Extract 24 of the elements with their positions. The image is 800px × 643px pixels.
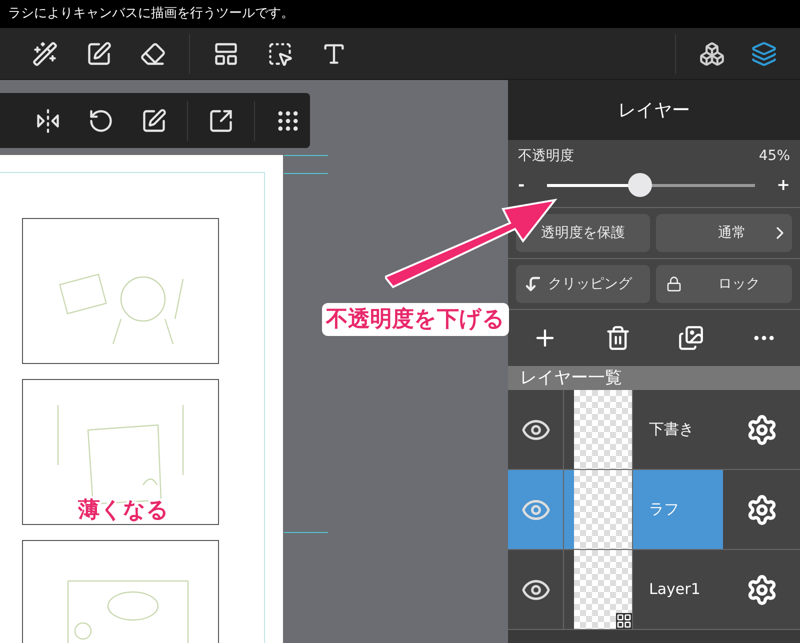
minus-label: - xyxy=(518,174,525,196)
tooltip-bar: ラシによりキャンバスに描画を行うツールです。 xyxy=(0,0,800,28)
layer-name: ラフ xyxy=(649,499,679,520)
settings-icon xyxy=(746,574,778,606)
clipping-button[interactable]: クリッピング xyxy=(516,265,650,303)
plus-label: + xyxy=(776,174,790,196)
settings-icon xyxy=(746,494,778,526)
protect-transparency-button[interactable]: 透明度を保護 xyxy=(516,214,650,252)
settings-icon xyxy=(746,414,778,446)
layer-name: Layer1 xyxy=(649,579,700,600)
layer-row[interactable]: ラフ xyxy=(508,470,800,550)
lock-button[interactable]: ロック xyxy=(656,265,792,303)
layer-list-header: レイヤー一覧 xyxy=(508,366,800,390)
layer-name: 下書き xyxy=(649,419,694,440)
layer-row[interactable]: 下書き xyxy=(508,390,800,470)
panel-title: レイヤー xyxy=(508,80,800,140)
blend-mode-button[interactable]: 通常 xyxy=(656,214,792,252)
annotation-text: 不透明度を下げる xyxy=(322,303,509,336)
slider-thumb[interactable] xyxy=(628,172,652,196)
layer-row[interactable]: Layer1 xyxy=(508,550,800,630)
lock-icon xyxy=(666,276,682,292)
annotation-text: 薄くなる xyxy=(78,497,169,525)
opacity-value: 45% xyxy=(758,147,790,166)
opacity-label: 不透明度 xyxy=(518,147,574,166)
